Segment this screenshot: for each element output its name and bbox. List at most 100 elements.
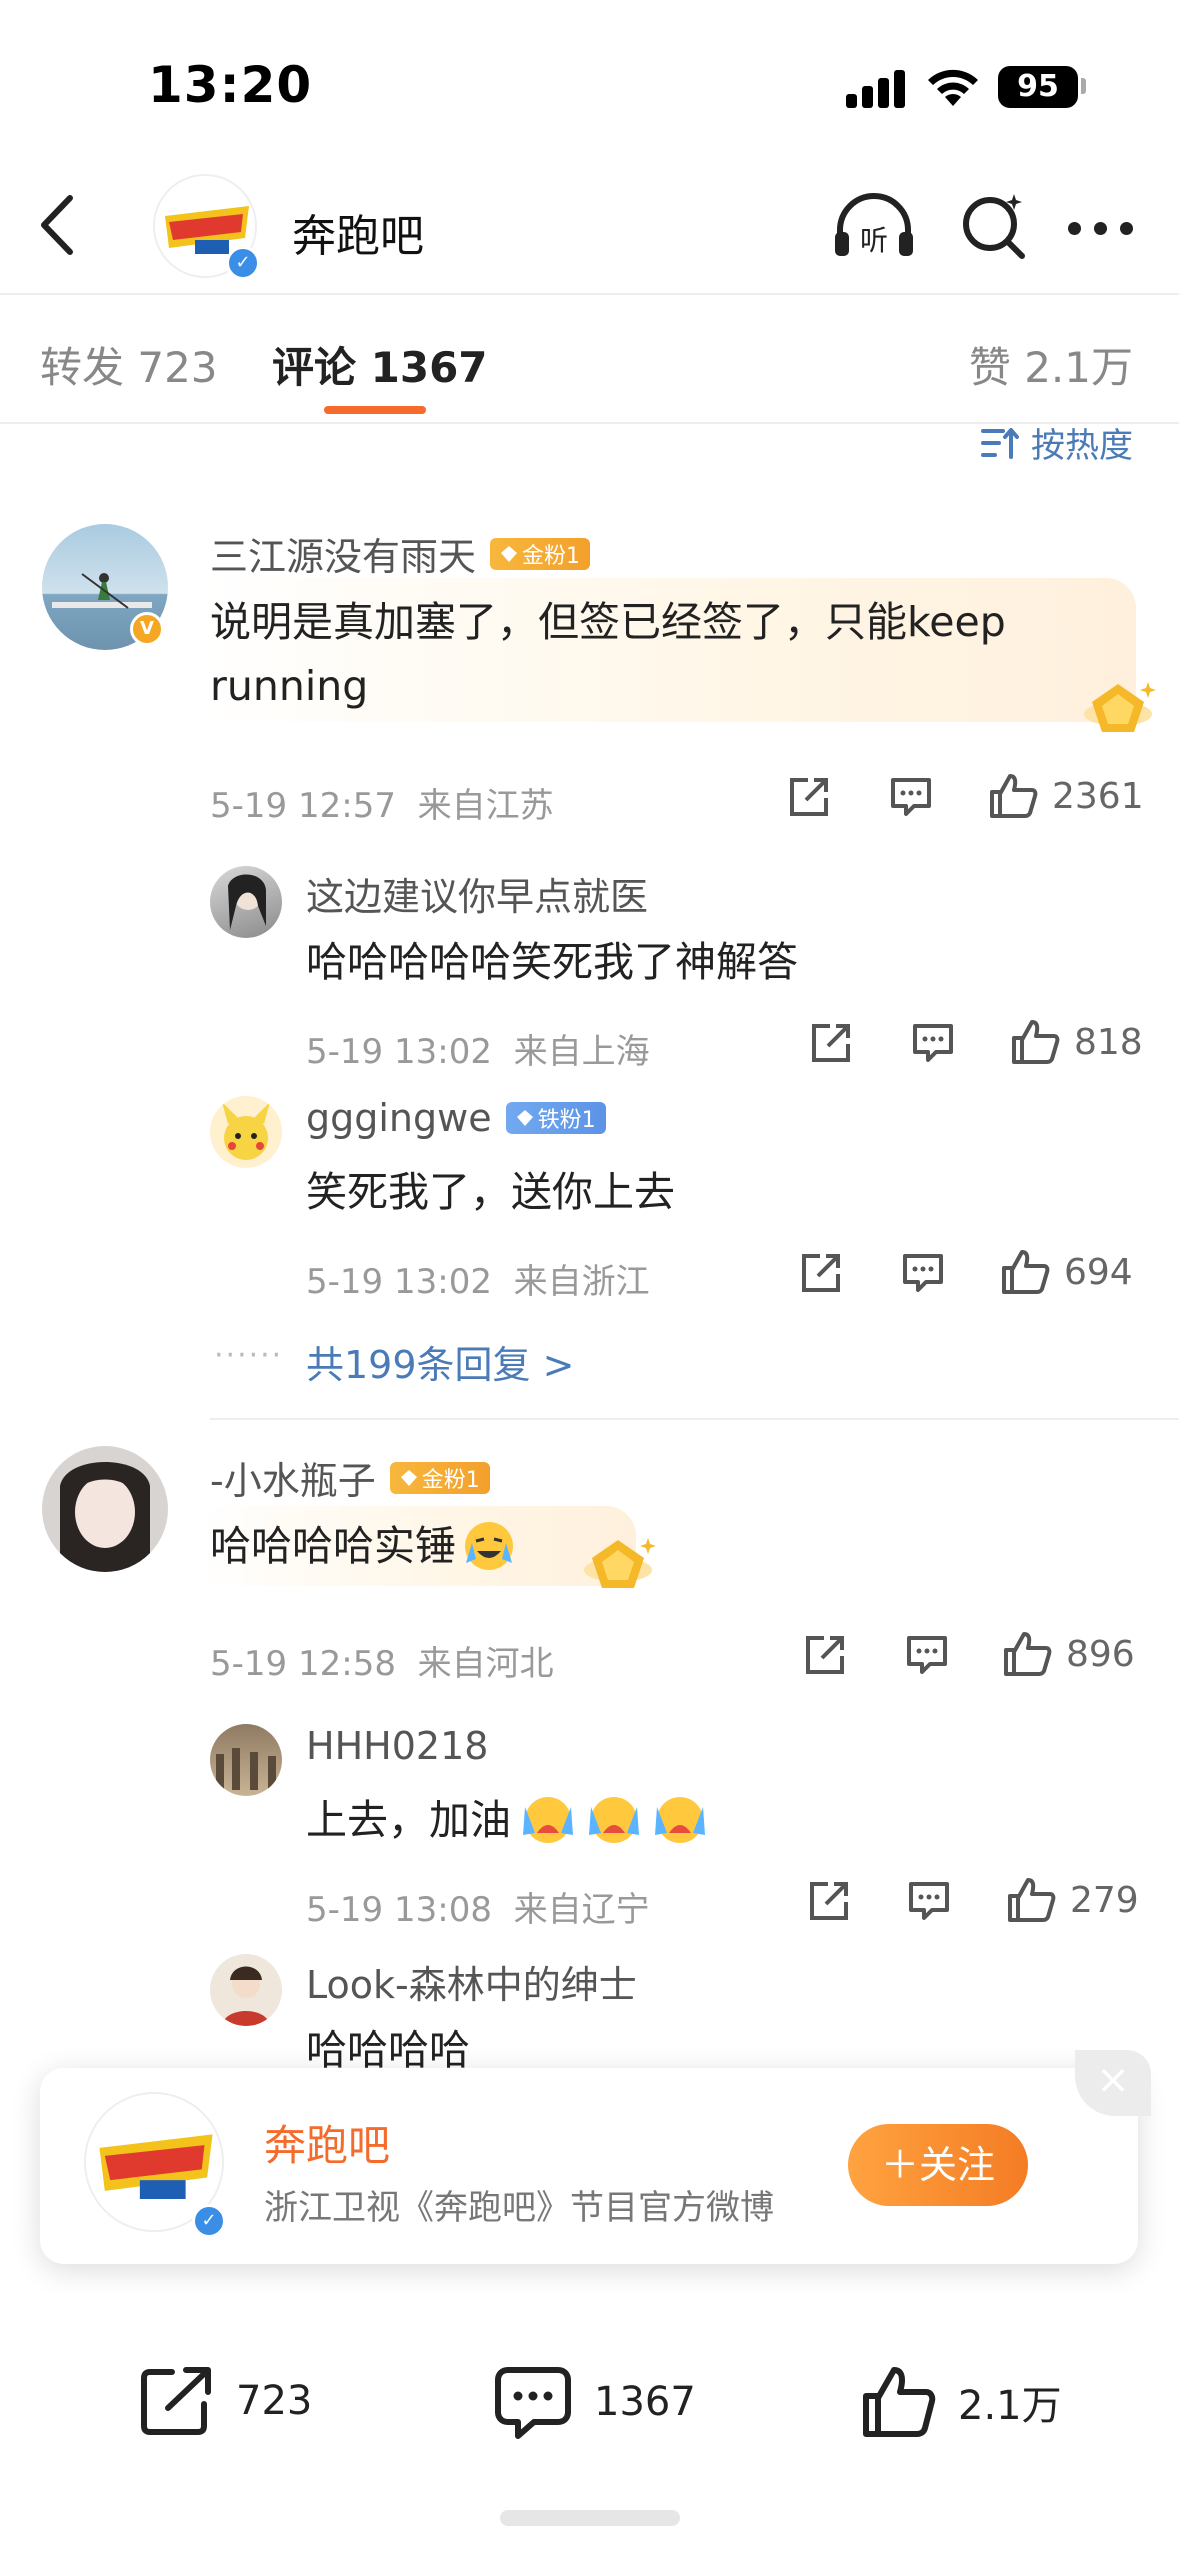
share-icon — [810, 1882, 848, 1920]
reply-button[interactable] — [904, 1632, 950, 1678]
like-button[interactable]: 2361 — [988, 772, 1144, 820]
status-bar: 13:20 95 — [0, 0, 1179, 150]
comment-meta: 5-19 12:58 来自河北 — [210, 1644, 554, 1684]
nav-bar: ✓ 奔跑吧 听 — [0, 160, 1179, 290]
reply-text: 笑死我了，送你上去 — [306, 1168, 675, 1216]
avatar[interactable] — [210, 1096, 282, 1168]
nav-divider — [0, 293, 1179, 295]
reply-button[interactable] — [900, 1250, 946, 1296]
comment-text: 说明是真加塞了，但签已经签了，只能keep — [210, 598, 1006, 646]
comment-text-line2: running — [210, 662, 369, 710]
reply-button[interactable] — [888, 774, 934, 820]
page-title: 奔跑吧 — [292, 211, 424, 262]
more-replies-link[interactable]: 共199条回复 > — [306, 1334, 574, 1389]
listen-icon[interactable]: 听 — [832, 190, 916, 262]
replies-divider-dots: ······ — [214, 1338, 284, 1373]
comment-username[interactable]: -小水瓶子 金粉1 — [210, 1450, 490, 1505]
reply-text: 哈哈哈哈哈笑死我了神解答 — [306, 938, 798, 986]
reply-text: 上去，加油 — [306, 1788, 709, 1852]
sort-label: 按热度 — [1031, 426, 1133, 466]
wifi-icon — [928, 69, 978, 106]
like-button[interactable]: 279 — [1006, 1876, 1139, 1924]
reply-meta: 5-19 13:08 来自辽宁 — [306, 1890, 650, 1930]
repost-button[interactable]: 723 — [138, 2364, 312, 2438]
like-icon — [1004, 1632, 1052, 1676]
share-button[interactable] — [806, 1878, 852, 1924]
tab-indicator — [324, 406, 426, 414]
status-time: 13:20 — [148, 56, 313, 114]
tab-repost[interactable]: 转发 723 — [40, 334, 218, 395]
more-icon[interactable] — [1068, 222, 1138, 236]
reply-meta: 5-19 13:02 来自浙江 — [306, 1262, 650, 1302]
avatar[interactable] — [210, 866, 282, 938]
share-icon — [806, 1636, 844, 1674]
verified-icon: ✓ — [226, 246, 260, 280]
like-icon — [990, 774, 1038, 818]
signal-icon — [846, 68, 906, 108]
reply-button[interactable] — [910, 1020, 956, 1066]
battery-tip — [1081, 78, 1086, 94]
avatar[interactable] — [210, 1954, 282, 2026]
verified-icon: ✓ — [192, 2204, 226, 2238]
like-icon — [863, 2367, 936, 2437]
comment-icon — [913, 1024, 953, 1062]
fan-badge: 金粉1 — [389, 1461, 490, 1494]
avatar[interactable] — [210, 1724, 282, 1796]
svg-text:听: 听 — [860, 224, 888, 257]
reply-username[interactable]: 这边建议你早点就医 — [306, 866, 648, 921]
comment-username[interactable]: 三江源没有雨天 金粉1 — [210, 526, 591, 581]
comment-icon — [495, 2367, 571, 2439]
follow-button[interactable]: ＋关注 — [848, 2124, 1028, 2206]
comment-text: 哈哈哈哈实锤 — [210, 1514, 516, 1578]
sort-icon — [981, 427, 1019, 459]
crying-laughing-emoji-icon — [465, 1522, 513, 1570]
gold-star-icon — [1084, 682, 1156, 732]
battery-indicator: 95 — [998, 66, 1078, 108]
like-button[interactable]: 694 — [1000, 1248, 1133, 1296]
share-icon — [812, 1024, 850, 1062]
gold-star-icon — [584, 1538, 656, 1588]
follow-account-desc: 浙江卫视《奔跑吧》节目官方微博 — [264, 2188, 774, 2228]
like-button[interactable]: 896 — [1002, 1630, 1135, 1678]
comment-meta: 5-19 12:57 来自江苏 — [210, 786, 554, 826]
close-icon[interactable]: × — [1075, 2050, 1151, 2116]
back-icon[interactable] — [30, 190, 90, 260]
tab-comments[interactable]: 评论 1367 — [272, 334, 488, 395]
crying-emoji-icon — [589, 1797, 639, 1843]
share-icon — [802, 1254, 840, 1292]
share-button[interactable] — [786, 774, 832, 820]
like-icon — [1012, 1020, 1060, 1064]
tab-likes[interactable]: 赞 2.1万 — [969, 334, 1133, 395]
like-button[interactable]: 2.1万 — [860, 2364, 1062, 2440]
diamond-icon — [516, 1110, 533, 1126]
share-button[interactable] — [802, 1632, 848, 1678]
fan-badge: 铁粉1 — [505, 1102, 606, 1134]
comment-icon — [907, 1636, 947, 1674]
comment-button[interactable]: 1367 — [494, 2364, 696, 2440]
comment-icon — [903, 1254, 943, 1292]
share-icon — [141, 2367, 211, 2435]
home-indicator — [500, 2510, 680, 2526]
reply-username[interactable]: HHH0218 — [306, 1724, 488, 1768]
follow-card: ✓ 奔跑吧 浙江卫视《奔跑吧》节目官方微博 ＋关注 × — [40, 2050, 1151, 2264]
avatar[interactable] — [42, 1446, 168, 1572]
reply-username[interactable]: gggingwe 铁粉1 — [306, 1096, 606, 1140]
diamond-icon — [501, 545, 518, 562]
bottom-action-bar: 723 1367 2.1万 — [0, 2292, 1179, 2556]
share-button[interactable] — [808, 1020, 854, 1066]
share-icon — [790, 778, 828, 816]
like-button[interactable]: 818 — [1010, 1018, 1143, 1066]
share-button[interactable] — [798, 1250, 844, 1296]
crying-emoji-icon — [523, 1797, 573, 1843]
verified-icon: V — [130, 612, 164, 646]
reply-button[interactable] — [906, 1878, 952, 1924]
reply-username[interactable]: Look-森林中的绅士 — [306, 1954, 637, 2009]
search-icon[interactable] — [958, 190, 1030, 262]
like-icon — [1002, 1250, 1050, 1294]
tab-bar: 转发 723 评论 1367 赞 2.1万 — [0, 300, 1179, 420]
comment-icon — [909, 1882, 949, 1920]
follow-account-name[interactable]: 奔跑吧 — [264, 2112, 390, 2173]
sort-button[interactable]: 按热度 — [981, 418, 1133, 467]
fan-badge: 金粉1 — [490, 537, 591, 570]
comment-divider — [210, 1418, 1179, 1420]
